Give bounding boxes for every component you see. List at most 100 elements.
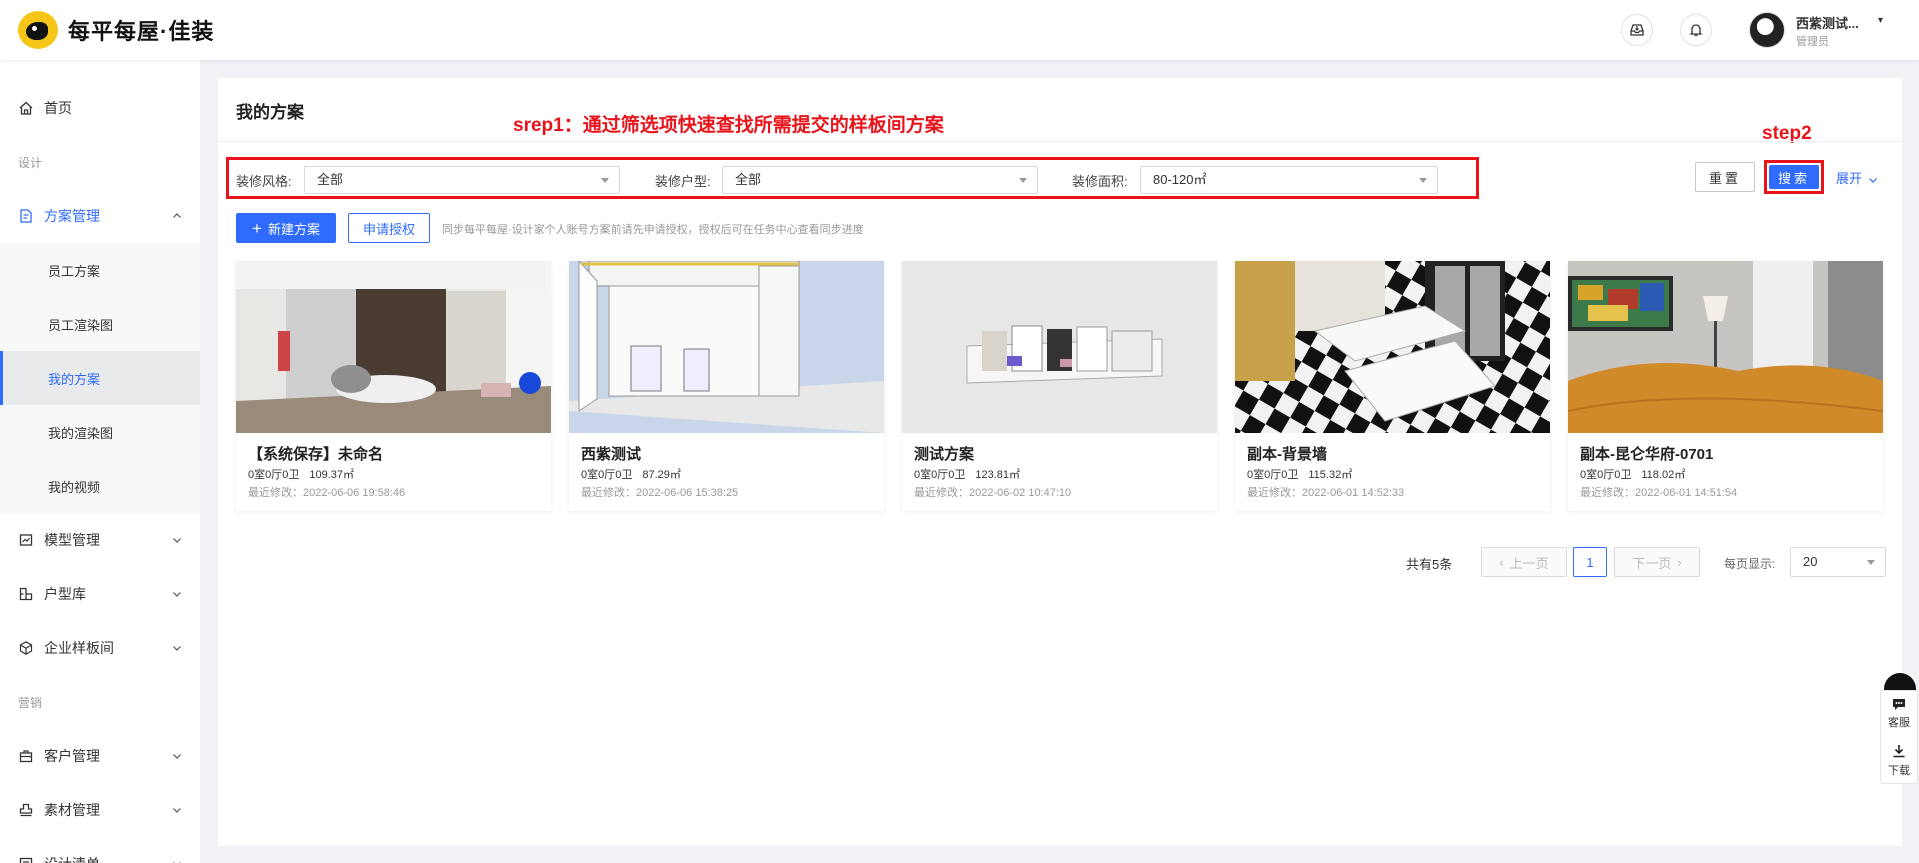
sidebar-item-label: 我的渲染图 bbox=[48, 425, 114, 441]
sidebar-item-label: 客户管理 bbox=[44, 748, 100, 764]
plan-card[interactable]: 西紫测试 0室0厅0卫 87.29㎡ 最近修改：2022-06-06 15:38:… bbox=[569, 261, 884, 511]
logo[interactable]: 每平每屋·佳装 bbox=[18, 10, 214, 50]
floating-tools: 客服 下载 bbox=[1880, 690, 1918, 784]
plus-icon: + bbox=[252, 218, 262, 238]
plan-modified: 最近修改：2022-06-06 15:38:25 bbox=[581, 487, 739, 499]
user-name[interactable]: 西紫测试... bbox=[1796, 13, 1859, 32]
sidebar-item-enterprise-showroom[interactable]: 企业样板间 bbox=[0, 621, 200, 675]
sidebar-item-label: 方案管理 bbox=[44, 208, 100, 224]
plan-rooms: 0室0厅0卫 bbox=[248, 469, 300, 481]
sidebar-item-my-plans[interactable]: 我的方案 bbox=[0, 351, 200, 405]
sidebar-item-label: 素材管理 bbox=[44, 802, 100, 818]
plan-card[interactable]: 副本-背景墙 0室0厅0卫 115.32㎡ 最近修改：2022-06-01 14:… bbox=[1235, 261, 1550, 511]
caret-down-icon[interactable]: ▾ bbox=[1878, 15, 1883, 26]
plan-title[interactable]: 【系统保存】未命名 bbox=[248, 443, 383, 464]
chevron-down-icon bbox=[173, 754, 181, 759]
sidebar-item-employee-renderings[interactable]: 员工渲染图 bbox=[0, 297, 200, 351]
area-filter-select[interactable]: 80-120㎡ bbox=[1140, 166, 1438, 194]
new-plan-label: 新建方案 bbox=[267, 221, 320, 237]
sidebar-item-label: 模型管理 bbox=[44, 532, 100, 548]
sidebar-item-customer-management[interactable]: 客户管理 bbox=[0, 729, 200, 783]
plan-area: 118.02㎡ bbox=[1641, 469, 1686, 481]
plan-info: 0室0厅0卫 87.29㎡ bbox=[581, 466, 681, 482]
sidebar-item-label: 员工方案 bbox=[48, 263, 101, 279]
sidebar-item-label: 我的视频 bbox=[48, 479, 101, 495]
briefcase-icon bbox=[19, 750, 33, 763]
plan-info: 0室0厅0卫 123.81㎡ bbox=[914, 466, 1020, 482]
reset-button[interactable]: 重置 bbox=[1695, 162, 1755, 192]
plan-rooms: 0室0厅0卫 bbox=[581, 469, 633, 481]
sidebar: 首页 设计 方案管理 员工方案 员工渲染图 我的方案 我的渲染图 我的视频 模型… bbox=[0, 60, 200, 863]
next-page-label: 下一页 bbox=[1632, 555, 1672, 571]
expand-label: 展开 bbox=[1836, 171, 1863, 186]
plan-thumbnail[interactable] bbox=[1568, 261, 1883, 433]
plan-title[interactable]: 西紫测试 bbox=[581, 443, 641, 464]
bell-icon[interactable] bbox=[1680, 14, 1712, 46]
per-page-value: 20 bbox=[1803, 554, 1818, 569]
sidebar-item-home[interactable]: 首页 bbox=[0, 81, 200, 135]
page-title: 我的方案 bbox=[236, 103, 304, 122]
type-filter-select[interactable]: 全部 bbox=[722, 166, 1038, 194]
caret-down-icon bbox=[1867, 560, 1875, 565]
sidebar-item-label: 企业样板间 bbox=[44, 640, 114, 656]
customer-service-button[interactable]: 客服 bbox=[1881, 697, 1917, 730]
floorplan-icon bbox=[19, 587, 33, 601]
plan-modified: 最近修改：2022-06-01 14:52:33 bbox=[1247, 487, 1405, 499]
download-button[interactable]: 下载 bbox=[1881, 743, 1917, 778]
sidebar-item-plan-management[interactable]: 方案管理 bbox=[0, 189, 200, 243]
sidebar-item-material-management[interactable]: 素材管理 bbox=[0, 783, 200, 837]
style-filter-select[interactable]: 全部 bbox=[304, 166, 620, 194]
expand-button[interactable]: 展开 bbox=[1836, 168, 1878, 187]
sidebar-item-label: 我的方案 bbox=[48, 371, 101, 387]
avatar[interactable] bbox=[1749, 12, 1785, 48]
plan-modified: 最近修改：2022-06-01 14:51:54 bbox=[1580, 487, 1738, 499]
plan-card[interactable]: 【系统保存】未命名 0室0厅0卫 109.37㎡ 最近修改：2022-06-06 … bbox=[236, 261, 551, 511]
caret-down-icon bbox=[601, 178, 609, 183]
search-button[interactable]: 搜索 bbox=[1769, 165, 1819, 189]
service-label: 客服 bbox=[1888, 717, 1910, 729]
sidebar-item-floorplan-library[interactable]: 户型库 bbox=[0, 567, 200, 621]
next-page-button[interactable]: 下一页 › bbox=[1614, 547, 1700, 577]
plan-rooms: 0室0厅0卫 bbox=[1580, 469, 1632, 481]
sidebar-item-my-videos[interactable]: 我的视频 bbox=[0, 459, 200, 513]
plan-title[interactable]: 测试方案 bbox=[914, 443, 974, 464]
plan-title[interactable]: 副本-昆仑华府-0701 bbox=[1580, 443, 1713, 464]
main-panel: 我的方案 srep1：通过筛选项快速查找所需提交的样板间方案 step2 装修风… bbox=[218, 78, 1902, 846]
plan-area: 115.32㎡ bbox=[1308, 469, 1353, 481]
plan-thumbnail[interactable] bbox=[569, 261, 884, 433]
chevron-down-icon bbox=[173, 808, 181, 813]
plan-info: 0室0厅0卫 115.32㎡ bbox=[1247, 466, 1352, 482]
chevron-down-icon bbox=[173, 646, 181, 651]
list-icon bbox=[19, 857, 33, 863]
sidebar-item-label: 设计清单 bbox=[44, 854, 100, 863]
chevron-down-icon bbox=[1869, 177, 1877, 183]
cube-icon bbox=[19, 641, 33, 655]
sidebar-item-model-management[interactable]: 模型管理 bbox=[0, 513, 200, 567]
sidebar-item-my-renderings[interactable]: 我的渲染图 bbox=[0, 405, 200, 459]
sidebar-item-employee-plans[interactable]: 员工方案 bbox=[0, 243, 200, 297]
plan-thumbnail[interactable] bbox=[902, 261, 1217, 433]
prev-page-button[interactable]: ‹ 上一页 bbox=[1481, 547, 1567, 577]
divider bbox=[218, 141, 1902, 142]
plan-thumbnail[interactable] bbox=[1235, 261, 1550, 433]
plan-card[interactable]: 测试方案 0室0厅0卫 123.81㎡ 最近修改：2022-06-02 10:47… bbox=[902, 261, 1217, 511]
logo-icon bbox=[18, 11, 58, 49]
inbox-icon[interactable] bbox=[1621, 14, 1653, 46]
new-plan-button[interactable]: + 新建方案 bbox=[236, 213, 336, 243]
style-filter-value: 全部 bbox=[317, 172, 344, 187]
sidebar-item-design-list[interactable]: 设计清单 bbox=[0, 837, 200, 863]
total-count: 共有5条 bbox=[1406, 557, 1453, 572]
sidebar-item-label: 户型库 bbox=[44, 586, 86, 602]
user-role: 管理员 bbox=[1796, 36, 1829, 48]
plan-area: 123.81㎡ bbox=[975, 469, 1021, 481]
plan-card[interactable]: 副本-昆仑华府-0701 0室0厅0卫 118.02㎡ 最近修改：2022-06-… bbox=[1568, 261, 1883, 511]
chat-icon bbox=[1893, 699, 1905, 710]
download-icon bbox=[1893, 745, 1905, 758]
chevron-down-icon bbox=[173, 592, 181, 597]
apply-authorization-button[interactable]: 申请授权 bbox=[348, 213, 430, 243]
plan-info: 0室0厅0卫 109.37㎡ bbox=[248, 466, 354, 482]
plan-title[interactable]: 副本-背景墙 bbox=[1247, 443, 1327, 464]
plan-thumbnail[interactable] bbox=[236, 261, 551, 433]
per-page-select[interactable]: 20 bbox=[1790, 547, 1886, 577]
page-number-current[interactable]: 1 bbox=[1573, 547, 1607, 577]
